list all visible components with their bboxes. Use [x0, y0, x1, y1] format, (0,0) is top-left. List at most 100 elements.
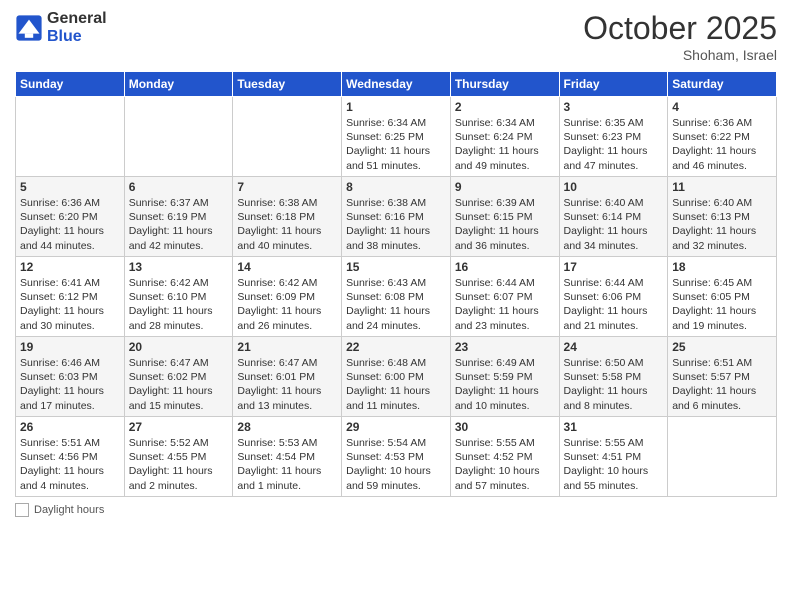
- day-number: 19: [20, 340, 120, 354]
- day-number: 17: [564, 260, 664, 274]
- title-block: October 2025 Shoham, Israel: [583, 10, 777, 63]
- day-number: 14: [237, 260, 337, 274]
- day-info: Sunrise: 6:49 AM Sunset: 5:59 PM Dayligh…: [455, 356, 555, 413]
- day-info: Sunrise: 6:38 AM Sunset: 6:18 PM Dayligh…: [237, 196, 337, 253]
- day-cell: 24 Sunrise: 6:50 AM Sunset: 5:58 PM Dayli…: [559, 337, 668, 417]
- week-row-3: 19 Sunrise: 6:46 AM Sunset: 6:03 PM Dayli…: [16, 337, 777, 417]
- day-cell: 8Sunrise: 6:38 AM Sunset: 6:16 PM Daylig…: [342, 177, 451, 257]
- page: General Blue October 2025 Shoham, Israel…: [0, 0, 792, 612]
- day-cell: 17 Sunrise: 6:44 AM Sunset: 6:06 PM Dayli…: [559, 257, 668, 337]
- day-info: Sunrise: 5:55 AM Sunset: 4:51 PM Dayligh…: [564, 436, 664, 493]
- day-cell: 29 Sunrise: 5:54 AM Sunset: 4:53 PM Dayli…: [342, 417, 451, 497]
- day-cell: 19 Sunrise: 6:46 AM Sunset: 6:03 PM Dayli…: [16, 337, 125, 417]
- day-cell: 4 Sunrise: 6:36 AM Sunset: 6:22 PM Daylig…: [668, 97, 777, 177]
- day-number: 10: [564, 180, 664, 194]
- day-number: 4: [672, 100, 772, 114]
- day-info: Sunrise: 6:43 AM Sunset: 6:08 PM Dayligh…: [346, 276, 446, 333]
- day-cell: 3Sunrise: 6:35 AM Sunset: 6:23 PM Daylig…: [559, 97, 668, 177]
- day-number: 24: [564, 340, 664, 354]
- month-title: October 2025: [583, 10, 777, 47]
- col-header-monday: Monday: [124, 72, 233, 97]
- day-info: Sunrise: 6:42 AM Sunset: 6:09 PM Dayligh…: [237, 276, 337, 333]
- logo-general-text: General: [47, 10, 107, 28]
- day-number: 12: [20, 260, 120, 274]
- day-cell: 2 Sunrise: 6:34 AM Sunset: 6:24 PM Daylig…: [450, 97, 559, 177]
- day-cell: 11 Sunrise: 6:40 AM Sunset: 6:13 PM Dayli…: [668, 177, 777, 257]
- day-info: Sunrise: 5:52 AM Sunset: 4:55 PM Dayligh…: [129, 436, 229, 493]
- calendar-table: SundayMondayTuesdayWednesdayThursdayFrid…: [15, 71, 777, 497]
- day-info: Sunrise: 5:51 AM Sunset: 4:56 PM Dayligh…: [20, 436, 120, 493]
- day-info: Sunrise: 6:40 AM Sunset: 6:13 PM Dayligh…: [672, 196, 772, 253]
- day-number: 26: [20, 420, 120, 434]
- daylight-hours-label: Daylight hours: [34, 504, 104, 516]
- col-header-wednesday: Wednesday: [342, 72, 451, 97]
- day-cell: [668, 417, 777, 497]
- day-number: 7: [237, 180, 337, 194]
- day-info: Sunrise: 6:44 AM Sunset: 6:06 PM Dayligh…: [564, 276, 664, 333]
- day-number: 6: [129, 180, 229, 194]
- day-number: 23: [455, 340, 555, 354]
- day-info: Sunrise: 6:42 AM Sunset: 6:10 PM Dayligh…: [129, 276, 229, 333]
- day-info: Sunrise: 6:44 AM Sunset: 6:07 PM Dayligh…: [455, 276, 555, 333]
- calendar-header-row: SundayMondayTuesdayWednesdayThursdayFrid…: [16, 72, 777, 97]
- week-row-2: 12 Sunrise: 6:41 AM Sunset: 6:12 PM Dayli…: [16, 257, 777, 337]
- day-cell: [16, 97, 125, 177]
- day-info: Sunrise: 6:36 AM Sunset: 6:20 PM Dayligh…: [20, 196, 120, 253]
- day-info: Sunrise: 6:39 AM Sunset: 6:15 PM Dayligh…: [455, 196, 555, 253]
- day-cell: 14 Sunrise: 6:42 AM Sunset: 6:09 PM Dayli…: [233, 257, 342, 337]
- day-info: Sunrise: 6:41 AM Sunset: 6:12 PM Dayligh…: [20, 276, 120, 333]
- day-info: Sunrise: 6:34 AM Sunset: 6:25 PM Dayligh…: [346, 116, 446, 173]
- day-cell: 30 Sunrise: 5:55 AM Sunset: 4:52 PM Dayli…: [450, 417, 559, 497]
- day-number: 21: [237, 340, 337, 354]
- day-number: 11: [672, 180, 772, 194]
- day-cell: 18Sunrise: 6:45 AM Sunset: 6:05 PM Dayli…: [668, 257, 777, 337]
- day-cell: 16 Sunrise: 6:44 AM Sunset: 6:07 PM Dayli…: [450, 257, 559, 337]
- logo-text: General Blue: [47, 10, 107, 45]
- logo-icon: [15, 14, 43, 42]
- day-info: Sunrise: 6:45 AM Sunset: 6:05 PM Dayligh…: [672, 276, 772, 333]
- day-number: 2: [455, 100, 555, 114]
- day-cell: 12 Sunrise: 6:41 AM Sunset: 6:12 PM Dayli…: [16, 257, 125, 337]
- day-cell: 21 Sunrise: 6:47 AM Sunset: 6:01 PM Dayli…: [233, 337, 342, 417]
- day-number: 1: [346, 100, 446, 114]
- day-info: Sunrise: 6:36 AM Sunset: 6:22 PM Dayligh…: [672, 116, 772, 173]
- day-info: Sunrise: 6:40 AM Sunset: 6:14 PM Dayligh…: [564, 196, 664, 253]
- day-cell: 9 Sunrise: 6:39 AM Sunset: 6:15 PM Daylig…: [450, 177, 559, 257]
- day-info: Sunrise: 6:50 AM Sunset: 5:58 PM Dayligh…: [564, 356, 664, 413]
- day-cell: 13 Sunrise: 6:42 AM Sunset: 6:10 PM Dayli…: [124, 257, 233, 337]
- day-cell: 10 Sunrise: 6:40 AM Sunset: 6:14 PM Dayli…: [559, 177, 668, 257]
- col-header-friday: Friday: [559, 72, 668, 97]
- day-cell: 1 Sunrise: 6:34 AM Sunset: 6:25 PM Daylig…: [342, 97, 451, 177]
- day-number: 13: [129, 260, 229, 274]
- day-number: 15: [346, 260, 446, 274]
- day-info: Sunrise: 6:34 AM Sunset: 6:24 PM Dayligh…: [455, 116, 555, 173]
- day-info: Sunrise: 6:51 AM Sunset: 5:57 PM Dayligh…: [672, 356, 772, 413]
- day-cell: [124, 97, 233, 177]
- day-info: Sunrise: 6:47 AM Sunset: 6:01 PM Dayligh…: [237, 356, 337, 413]
- day-info: Sunrise: 5:55 AM Sunset: 4:52 PM Dayligh…: [455, 436, 555, 493]
- day-info: Sunrise: 6:46 AM Sunset: 6:03 PM Dayligh…: [20, 356, 120, 413]
- day-number: 5: [20, 180, 120, 194]
- day-cell: 25 Sunrise: 6:51 AM Sunset: 5:57 PM Dayli…: [668, 337, 777, 417]
- day-info: Sunrise: 6:47 AM Sunset: 6:02 PM Dayligh…: [129, 356, 229, 413]
- day-number: 20: [129, 340, 229, 354]
- day-cell: 7 Sunrise: 6:38 AM Sunset: 6:18 PM Daylig…: [233, 177, 342, 257]
- day-info: Sunrise: 6:37 AM Sunset: 6:19 PM Dayligh…: [129, 196, 229, 253]
- day-number: 25: [672, 340, 772, 354]
- day-info: Sunrise: 5:54 AM Sunset: 4:53 PM Dayligh…: [346, 436, 446, 493]
- day-number: 29: [346, 420, 446, 434]
- day-info: Sunrise: 6:38 AM Sunset: 6:16 PM Dayligh…: [346, 196, 446, 253]
- day-cell: 5 Sunrise: 6:36 AM Sunset: 6:20 PM Daylig…: [16, 177, 125, 257]
- day-number: 9: [455, 180, 555, 194]
- day-number: 16: [455, 260, 555, 274]
- day-info: Sunrise: 5:53 AM Sunset: 4:54 PM Dayligh…: [237, 436, 337, 493]
- day-number: 22: [346, 340, 446, 354]
- day-cell: 28Sunrise: 5:53 AM Sunset: 4:54 PM Dayli…: [233, 417, 342, 497]
- day-cell: 31 Sunrise: 5:55 AM Sunset: 4:51 PM Dayli…: [559, 417, 668, 497]
- day-cell: 15 Sunrise: 6:43 AM Sunset: 6:08 PM Dayli…: [342, 257, 451, 337]
- week-row-1: 5 Sunrise: 6:36 AM Sunset: 6:20 PM Daylig…: [16, 177, 777, 257]
- day-cell: 23 Sunrise: 6:49 AM Sunset: 5:59 PM Dayli…: [450, 337, 559, 417]
- day-number: 31: [564, 420, 664, 434]
- day-number: 30: [455, 420, 555, 434]
- day-cell: 6 Sunrise: 6:37 AM Sunset: 6:19 PM Daylig…: [124, 177, 233, 257]
